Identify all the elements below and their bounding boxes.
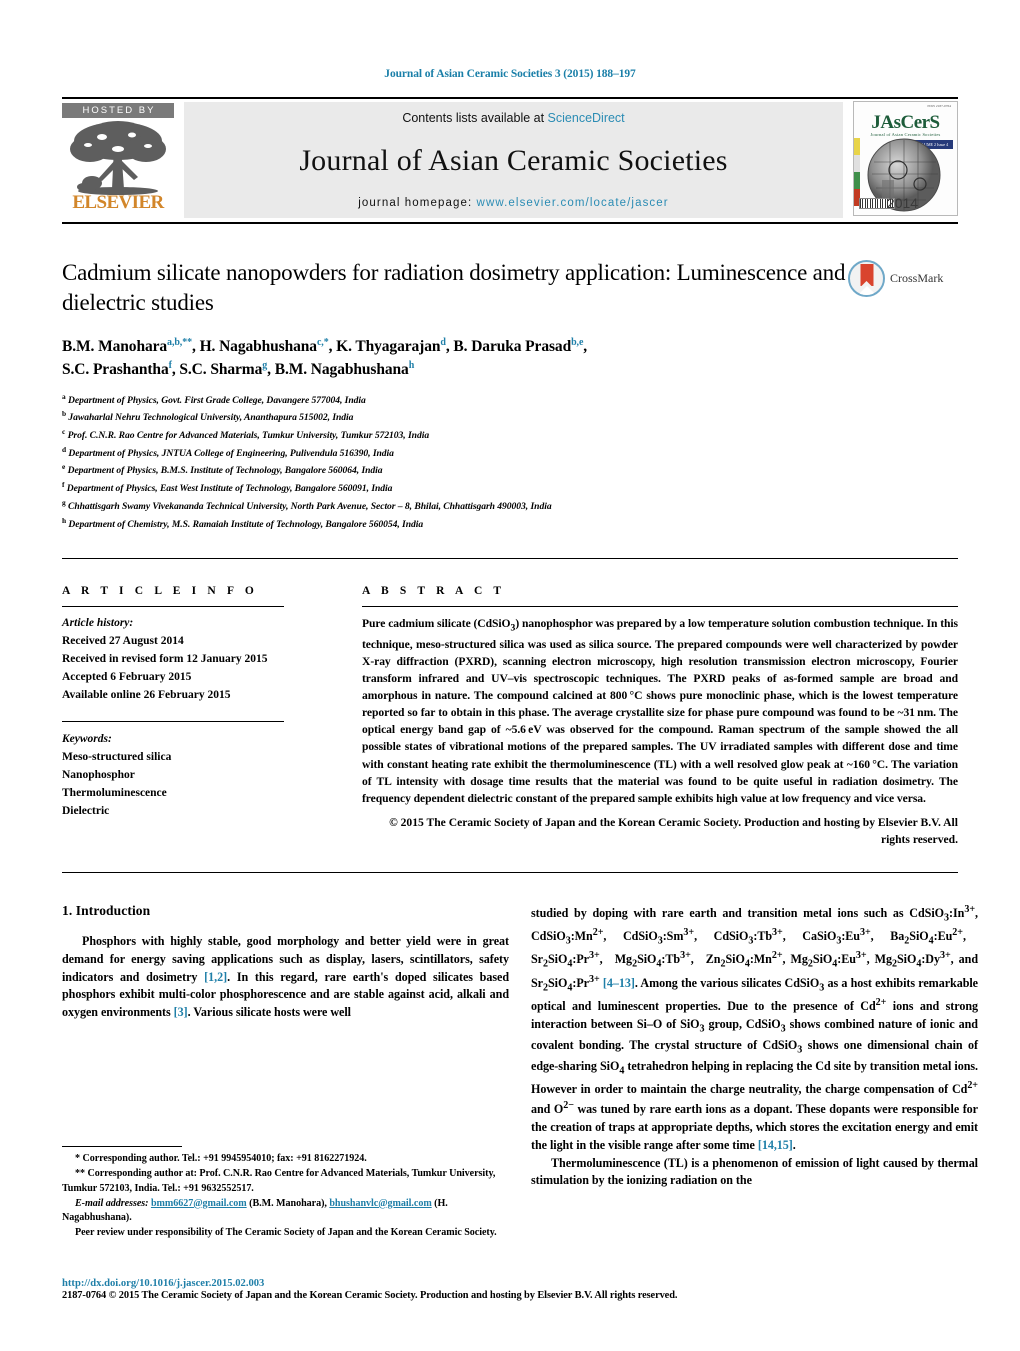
page-footer: http://dx.doi.org/10.1016/j.jascer.2015.… — [62, 1278, 958, 1301]
email-addresses-note: E-mail addresses: bmm6627@gmail.com (B.M… — [62, 1197, 509, 1227]
journal-title: Journal of Asian Ceramic Societies — [299, 144, 728, 177]
corresponding-author-note-1: * Corresponding author. Tel.: +91 994595… — [75, 1153, 367, 1165]
introduction-paragraph-right-1: studied by doping with rare earth and tr… — [531, 903, 979, 1152]
info-abstract-row: A R T I C L E I N F O Article history: R… — [62, 585, 958, 848]
cover-year: 2014 — [886, 195, 919, 211]
email-label: E-mail addresses: — [75, 1197, 149, 1209]
homepage-prefix: journal homepage: — [358, 197, 477, 209]
footnote-list: * Corresponding author. Tel.: +91 994595… — [62, 1152, 509, 1241]
article-page: Journal of Asian Ceramic Societies 3 (20… — [0, 0, 1020, 1351]
email-link-1[interactable]: bmm6627@gmail.com — [151, 1198, 247, 1209]
keyword-item: Dielectric — [62, 804, 110, 817]
journal-masthead: HOSTED BY ELSEVIER Contents lists availa… — [62, 97, 958, 222]
abstract-rule — [362, 606, 958, 608]
affiliation-text: Jawaharlal Nehru Technological Universit… — [68, 412, 354, 424]
affiliation-text: Department of Physics, JNTUA College of … — [68, 447, 394, 459]
affiliation: c Prof. C.N.R. Rao Centre for Advanced M… — [62, 426, 958, 444]
affiliation: a Department of Physics, Govt. First Gra… — [62, 391, 958, 409]
affiliation-mark: g — [62, 497, 66, 507]
affiliation: b Jawaharlal Nehru Technological Univers… — [62, 408, 958, 426]
keywords-block: Keywords: Meso-structured silica Nanopho… — [62, 731, 334, 821]
affiliation-mark: f — [62, 480, 65, 490]
affiliation-mark: d — [62, 444, 67, 454]
journal-homepage-line: journal homepage: www.elsevier.com/locat… — [358, 197, 668, 209]
issn-copyright-line: 2187-0764 © 2015 The Ceramic Society of … — [62, 1290, 678, 1301]
affiliation: d Department of Physics, JNTUA College o… — [62, 444, 958, 462]
history-item: Available online 26 February 2015 — [62, 689, 231, 702]
affiliation: h Department of Chemistry, M.S. Ramaiah … — [62, 515, 958, 533]
abstract-text: Pure cadmium silicate (CdSiO3) nanophosp… — [362, 617, 959, 805]
affiliation: f Department of Physics, East West Insti… — [62, 479, 958, 497]
affiliation-text: Department of Physics, East West Institu… — [66, 483, 393, 495]
introduction-paragraph-left: Phosphors with highly stable, good morph… — [62, 933, 510, 1020]
contents-box: Contents lists available at ScienceDirec… — [184, 102, 843, 218]
keyword-item: Nanophosphor — [62, 768, 135, 781]
affiliation-mark: e — [62, 462, 66, 472]
affiliation-mark: b — [62, 409, 67, 419]
sciencedirect-link[interactable]: ScienceDirect — [548, 111, 625, 125]
article-info-rule — [62, 606, 284, 608]
author-line-1: B.M. Manoharaa,b,**, H. Nagabhushanac,*,… — [62, 336, 588, 355]
crossmark-icon — [848, 260, 885, 297]
homepage-url-link[interactable]: www.elsevier.com/locate/jascer — [477, 197, 669, 209]
journal-cover-thumbnail: ISSN 2187-0764 JAsCerS Journal of Asian … — [853, 101, 958, 216]
history-item: Received 27 August 2014 — [62, 635, 184, 648]
elsevier-logo-block: HOSTED BY ELSEVIER — [62, 99, 174, 222]
affiliation: g Chhattisgarh Swamy Vivekananda Technic… — [62, 497, 958, 515]
article-info-heading: A R T I C L E I N F O — [62, 585, 258, 598]
history-item: Accepted 6 February 2015 — [62, 671, 192, 684]
email-link-2[interactable]: bhushanvlc@gmail.com — [329, 1198, 431, 1209]
peer-review-note: Peer review under responsibility of The … — [75, 1227, 497, 1239]
article-history: Article history: Received 27 August 2014… — [62, 615, 334, 705]
running-head: Journal of Asian Ceramic Societies 3 (20… — [384, 68, 636, 80]
keywords-label: Keywords: — [62, 732, 112, 745]
footnote-rule — [62, 1146, 182, 1148]
affiliation-text: Department of Physics, Govt. First Grade… — [68, 394, 366, 406]
keywords-rule — [62, 720, 284, 722]
affiliation-mark: a — [62, 391, 66, 401]
contents-available-line: Contents lists available at ScienceDirec… — [402, 111, 624, 125]
corresponding-author-note-2: ** Corresponding author at: Prof. C.N.R.… — [62, 1167, 496, 1194]
email-owner-1: (B.M. Manohara), — [249, 1197, 327, 1209]
affiliation-text: Department of Physics, B.M.S. Institute … — [67, 465, 383, 477]
affiliation-text: Prof. C.N.R. Rao Centre for Advanced Mat… — [67, 430, 430, 442]
article-history-label: Article history: — [62, 617, 134, 630]
affiliation-mark: h — [62, 515, 67, 525]
hosted-by-label: HOSTED BY — [62, 103, 174, 118]
doi-link[interactable]: http://dx.doi.org/10.1016/j.jascer.2015.… — [62, 1278, 958, 1289]
crossmark-label: CrossMark — [890, 271, 944, 285]
masthead-bottom-rule — [62, 222, 958, 224]
keyword-item: Thermoluminescence — [62, 786, 167, 799]
info-bottom-rule — [62, 871, 958, 873]
elsevier-tree-icon — [68, 119, 168, 195]
article-info-column: A R T I C L E I N F O Article history: R… — [62, 585, 334, 848]
introduction-heading: 1. Introduction — [62, 902, 151, 918]
keyword-item: Meso-structured silica — [62, 750, 172, 763]
elsevier-wordmark: ELSEVIER — [72, 192, 164, 213]
author-line-2: S.C. Prashanthaf, S.C. Sharmag, B.M. Nag… — [62, 360, 415, 379]
abstract-copyright: © 2015 The Ceramic Society of Japan and … — [389, 815, 958, 846]
affiliation-list: a Department of Physics, Govt. First Gra… — [62, 391, 958, 533]
title-block: Cadmium silicate nanopowders for radiati… — [62, 258, 958, 319]
contents-prefix: Contents lists available at — [402, 111, 548, 125]
article-title: Cadmium silicate nanopowders for radiati… — [62, 260, 846, 316]
affiliation-mark: c — [62, 426, 66, 436]
affiliation-text: Chhattisgarh Swamy Vivekananda Technical… — [68, 501, 552, 513]
history-item: Received in revised form 12 January 2015 — [62, 653, 268, 666]
abstract-heading: A B S T R A C T — [362, 585, 506, 598]
affiliation: e Department of Physics, B.M.S. Institut… — [62, 461, 958, 479]
abstract-column: A B S T R A C T Pure cadmium silicate (C… — [362, 585, 958, 848]
body-column-right: studied by doping with rare earth and tr… — [531, 903, 978, 1190]
info-top-rule — [62, 558, 958, 560]
crossmark-badge[interactable]: CrossMark — [848, 260, 958, 297]
introduction-paragraph-right-2: Thermoluminescence (TL) is a phenomenon … — [531, 1155, 978, 1188]
footnote-block: * Corresponding author. Tel.: +91 994595… — [62, 1146, 509, 1241]
author-list: B.M. Manoharaa,b,**, H. Nagabhushanac,*,… — [62, 335, 958, 382]
affiliation-text: Department of Chemistry, M.S. Ramaiah In… — [68, 518, 424, 530]
